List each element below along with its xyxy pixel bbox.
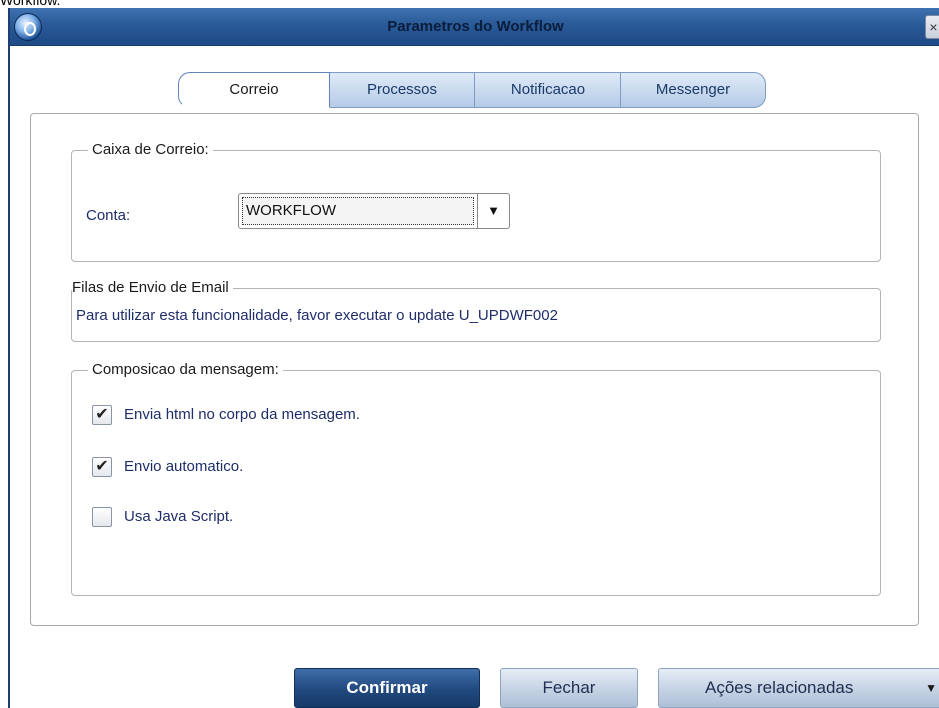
close-button[interactable]: × (925, 15, 939, 39)
checkbox-html-body[interactable]: ✔ (92, 405, 112, 425)
account-label: Conta: (86, 207, 131, 224)
email-queue-message: Para utilizar esta funcionalidade, favor… (76, 307, 558, 324)
workflow-parameters-dialog: Parametros do Workflow × Correio Process… (8, 8, 939, 708)
email-queue-legend: Filas de Envio de Email (72, 279, 233, 297)
account-select-value: WORKFLOW (242, 197, 474, 225)
confirm-button[interactable]: Confirmar (294, 668, 480, 708)
composition-legend: Composicao da mensagem: (88, 361, 283, 379)
mailbox-legend: Caixa de Correio: (88, 141, 213, 159)
page-caption: Workflow. (0, 0, 61, 8)
chevron-down-icon: ▼ (925, 681, 937, 695)
tab-panel-correio: Caixa de Correio: Conta: WORKFLOW ▼ Fila… (30, 113, 919, 626)
title-bar: Parametros do Workflow × (10, 8, 939, 46)
chevron-down-icon[interactable]: ▼ (477, 194, 509, 228)
checkbox-java-script[interactable] (92, 507, 112, 527)
dialog-title: Parametros do Workflow (387, 18, 564, 35)
option-label: Envia html no corpo da mensagem. (124, 406, 360, 423)
option-label: Envio automatico. (124, 458, 244, 475)
tab-notificacao[interactable]: Notificacao (474, 72, 622, 108)
option-label: Usa Java Script. (124, 508, 234, 525)
account-select[interactable]: WORKFLOW ▼ (238, 193, 510, 229)
checkbox-auto-send[interactable]: ✔ (92, 457, 112, 477)
tab-correio[interactable]: Correio (178, 72, 330, 108)
mailbox-group: Caixa de Correio: Conta: WORKFLOW ▼ (71, 141, 881, 262)
related-actions-button[interactable]: Ações relacionadas ▼ (658, 668, 939, 708)
tab-messenger[interactable]: Messenger (620, 72, 766, 108)
tab-processos[interactable]: Processos (328, 72, 476, 108)
email-queue-group: Filas de Envio de Email Para utilizar es… (71, 279, 881, 342)
related-actions-label: Ações relacionadas (705, 678, 854, 697)
close-dialog-button[interactable]: Fechar (500, 668, 638, 708)
composition-group: Composicao da mensagem: ✔ Envia html no … (71, 361, 881, 596)
